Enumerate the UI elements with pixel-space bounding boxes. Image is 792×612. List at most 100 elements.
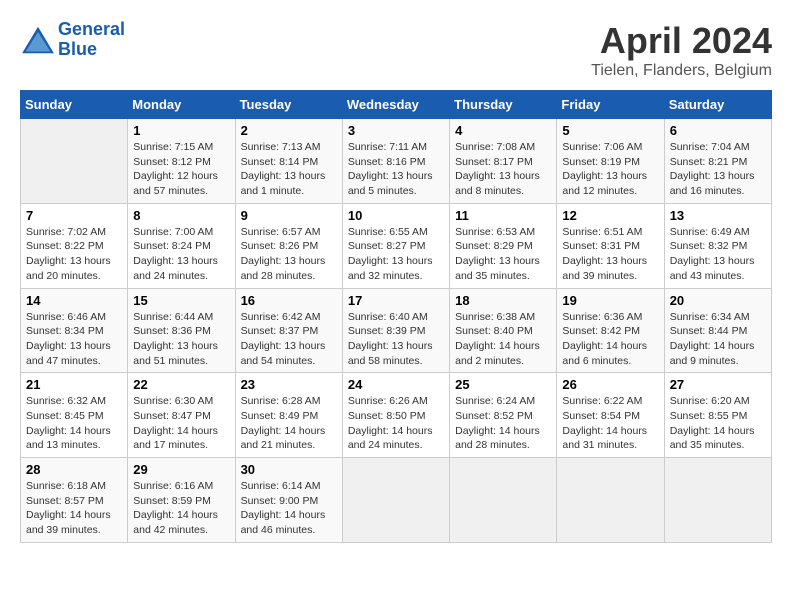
day-info: Sunrise: 6:24 AM Sunset: 8:52 PM Dayligh… xyxy=(455,394,551,453)
day-info: Sunrise: 6:49 AM Sunset: 8:32 PM Dayligh… xyxy=(670,225,766,284)
calendar-cell: 20 Sunrise: 6:34 AM Sunset: 8:44 PM Dayli… xyxy=(664,288,771,373)
day-info: Sunrise: 6:16 AM Sunset: 8:59 PM Dayligh… xyxy=(133,479,229,538)
page-header: General Blue April 2024 Tielen, Flanders… xyxy=(20,20,772,80)
calendar-cell: 7Sunrise: 7:02 AM Sunset: 8:22 PM Daylig… xyxy=(21,203,128,288)
calendar-cell: 1 Sunrise: 7:15 AM Sunset: 8:12 PM Daylig… xyxy=(128,119,235,204)
calendar-cell: 14 Sunrise: 6:46 AM Sunset: 8:34 PM Dayli… xyxy=(21,288,128,373)
calendar-week-4: 21 Sunrise: 6:32 AM Sunset: 8:45 PM Dayli… xyxy=(21,373,772,458)
day-info: Sunrise: 6:18 AM Sunset: 8:57 PM Dayligh… xyxy=(26,479,122,538)
header-day-tuesday: Tuesday xyxy=(235,91,342,119)
day-info: Sunrise: 6:26 AM Sunset: 8:50 PM Dayligh… xyxy=(348,394,444,453)
day-info: Sunrise: 7:11 AM Sunset: 8:16 PM Dayligh… xyxy=(348,140,444,199)
day-info: Sunrise: 6:34 AM Sunset: 8:44 PM Dayligh… xyxy=(670,310,766,369)
day-number: 1 xyxy=(133,123,229,138)
calendar-cell: 10 Sunrise: 6:55 AM Sunset: 8:27 PM Dayli… xyxy=(342,203,449,288)
day-number: 20 xyxy=(670,293,766,308)
day-info: Sunrise: 7:08 AM Sunset: 8:17 PM Dayligh… xyxy=(455,140,551,199)
day-number: 23 xyxy=(241,377,337,392)
logo: General Blue xyxy=(20,20,125,60)
calendar-cell: 25Sunrise: 6:24 AM Sunset: 8:52 PM Dayli… xyxy=(450,373,557,458)
day-info: Sunrise: 6:14 AM Sunset: 9:00 PM Dayligh… xyxy=(241,479,337,538)
day-number: 21 xyxy=(26,377,122,392)
calendar-cell: 18 Sunrise: 6:38 AM Sunset: 8:40 PM Dayli… xyxy=(450,288,557,373)
calendar-cell: 19 Sunrise: 6:36 AM Sunset: 8:42 PM Dayli… xyxy=(557,288,664,373)
day-number: 3 xyxy=(348,123,444,138)
calendar-body: 1 Sunrise: 7:15 AM Sunset: 8:12 PM Daylig… xyxy=(21,119,772,543)
logo-text: General Blue xyxy=(58,20,125,60)
day-number: 4 xyxy=(455,123,551,138)
day-number: 28 xyxy=(26,462,122,477)
day-info: Sunrise: 7:06 AM Sunset: 8:19 PM Dayligh… xyxy=(562,140,658,199)
day-info: Sunrise: 6:32 AM Sunset: 8:45 PM Dayligh… xyxy=(26,394,122,453)
day-number: 13 xyxy=(670,208,766,223)
calendar-week-3: 14 Sunrise: 6:46 AM Sunset: 8:34 PM Dayli… xyxy=(21,288,772,373)
header-day-sunday: Sunday xyxy=(21,91,128,119)
day-number: 18 xyxy=(455,293,551,308)
page-title: April 2024 xyxy=(591,20,772,62)
page-subtitle: Tielen, Flanders, Belgium xyxy=(591,62,772,80)
calendar-cell: 30 Sunrise: 6:14 AM Sunset: 9:00 PM Dayli… xyxy=(235,458,342,543)
day-info: Sunrise: 6:46 AM Sunset: 8:34 PM Dayligh… xyxy=(26,310,122,369)
day-number: 14 xyxy=(26,293,122,308)
calendar-header: SundayMondayTuesdayWednesdayThursdayFrid… xyxy=(21,91,772,119)
day-info: Sunrise: 6:40 AM Sunset: 8:39 PM Dayligh… xyxy=(348,310,444,369)
day-info: Sunrise: 7:00 AM Sunset: 8:24 PM Dayligh… xyxy=(133,225,229,284)
day-number: 2 xyxy=(241,123,337,138)
calendar-cell: 16 Sunrise: 6:42 AM Sunset: 8:37 PM Dayli… xyxy=(235,288,342,373)
day-info: Sunrise: 6:51 AM Sunset: 8:31 PM Dayligh… xyxy=(562,225,658,284)
title-block: April 2024 Tielen, Flanders, Belgium xyxy=(591,20,772,80)
day-number: 22 xyxy=(133,377,229,392)
day-number: 12 xyxy=(562,208,658,223)
day-info: Sunrise: 7:15 AM Sunset: 8:12 PM Dayligh… xyxy=(133,140,229,199)
day-info: Sunrise: 6:44 AM Sunset: 8:36 PM Dayligh… xyxy=(133,310,229,369)
day-number: 8 xyxy=(133,208,229,223)
day-info: Sunrise: 6:30 AM Sunset: 8:47 PM Dayligh… xyxy=(133,394,229,453)
header-row: SundayMondayTuesdayWednesdayThursdayFrid… xyxy=(21,91,772,119)
calendar-cell: 27 Sunrise: 6:20 AM Sunset: 8:55 PM Dayli… xyxy=(664,373,771,458)
calendar-cell xyxy=(664,458,771,543)
calendar-cell: 13 Sunrise: 6:49 AM Sunset: 8:32 PM Dayli… xyxy=(664,203,771,288)
day-number: 10 xyxy=(348,208,444,223)
calendar-cell: 29Sunrise: 6:16 AM Sunset: 8:59 PM Dayli… xyxy=(128,458,235,543)
day-number: 24 xyxy=(348,377,444,392)
calendar-cell: 23Sunrise: 6:28 AM Sunset: 8:49 PM Dayli… xyxy=(235,373,342,458)
day-number: 19 xyxy=(562,293,658,308)
day-info: Sunrise: 6:57 AM Sunset: 8:26 PM Dayligh… xyxy=(241,225,337,284)
day-info: Sunrise: 6:20 AM Sunset: 8:55 PM Dayligh… xyxy=(670,394,766,453)
day-number: 6 xyxy=(670,123,766,138)
day-info: Sunrise: 7:13 AM Sunset: 8:14 PM Dayligh… xyxy=(241,140,337,199)
day-number: 30 xyxy=(241,462,337,477)
calendar-cell xyxy=(21,119,128,204)
day-number: 16 xyxy=(241,293,337,308)
day-number: 5 xyxy=(562,123,658,138)
day-info: Sunrise: 6:55 AM Sunset: 8:27 PM Dayligh… xyxy=(348,225,444,284)
day-info: Sunrise: 7:04 AM Sunset: 8:21 PM Dayligh… xyxy=(670,140,766,199)
calendar-cell xyxy=(342,458,449,543)
logo-line2: Blue xyxy=(58,39,97,59)
calendar-cell: 12 Sunrise: 6:51 AM Sunset: 8:31 PM Dayli… xyxy=(557,203,664,288)
calendar-cell: 4 Sunrise: 7:08 AM Sunset: 8:17 PM Daylig… xyxy=(450,119,557,204)
calendar-cell: 28 Sunrise: 6:18 AM Sunset: 8:57 PM Dayli… xyxy=(21,458,128,543)
day-number: 26 xyxy=(562,377,658,392)
calendar-cell xyxy=(557,458,664,543)
header-day-monday: Monday xyxy=(128,91,235,119)
day-info: Sunrise: 6:42 AM Sunset: 8:37 PM Dayligh… xyxy=(241,310,337,369)
day-info: Sunrise: 7:02 AM Sunset: 8:22 PM Dayligh… xyxy=(26,225,122,284)
calendar-cell: 3 Sunrise: 7:11 AM Sunset: 8:16 PM Daylig… xyxy=(342,119,449,204)
calendar-cell: 21 Sunrise: 6:32 AM Sunset: 8:45 PM Dayli… xyxy=(21,373,128,458)
header-day-wednesday: Wednesday xyxy=(342,91,449,119)
day-number: 15 xyxy=(133,293,229,308)
calendar-cell: 9 Sunrise: 6:57 AM Sunset: 8:26 PM Daylig… xyxy=(235,203,342,288)
calendar-cell: 11Sunrise: 6:53 AM Sunset: 8:29 PM Dayli… xyxy=(450,203,557,288)
header-day-friday: Friday xyxy=(557,91,664,119)
calendar-cell xyxy=(450,458,557,543)
day-info: Sunrise: 6:36 AM Sunset: 8:42 PM Dayligh… xyxy=(562,310,658,369)
calendar-week-2: 7Sunrise: 7:02 AM Sunset: 8:22 PM Daylig… xyxy=(21,203,772,288)
logo-icon xyxy=(20,25,56,55)
calendar-cell: 17Sunrise: 6:40 AM Sunset: 8:39 PM Dayli… xyxy=(342,288,449,373)
calendar-week-5: 28 Sunrise: 6:18 AM Sunset: 8:57 PM Dayli… xyxy=(21,458,772,543)
day-number: 9 xyxy=(241,208,337,223)
header-day-thursday: Thursday xyxy=(450,91,557,119)
day-info: Sunrise: 6:38 AM Sunset: 8:40 PM Dayligh… xyxy=(455,310,551,369)
day-number: 27 xyxy=(670,377,766,392)
